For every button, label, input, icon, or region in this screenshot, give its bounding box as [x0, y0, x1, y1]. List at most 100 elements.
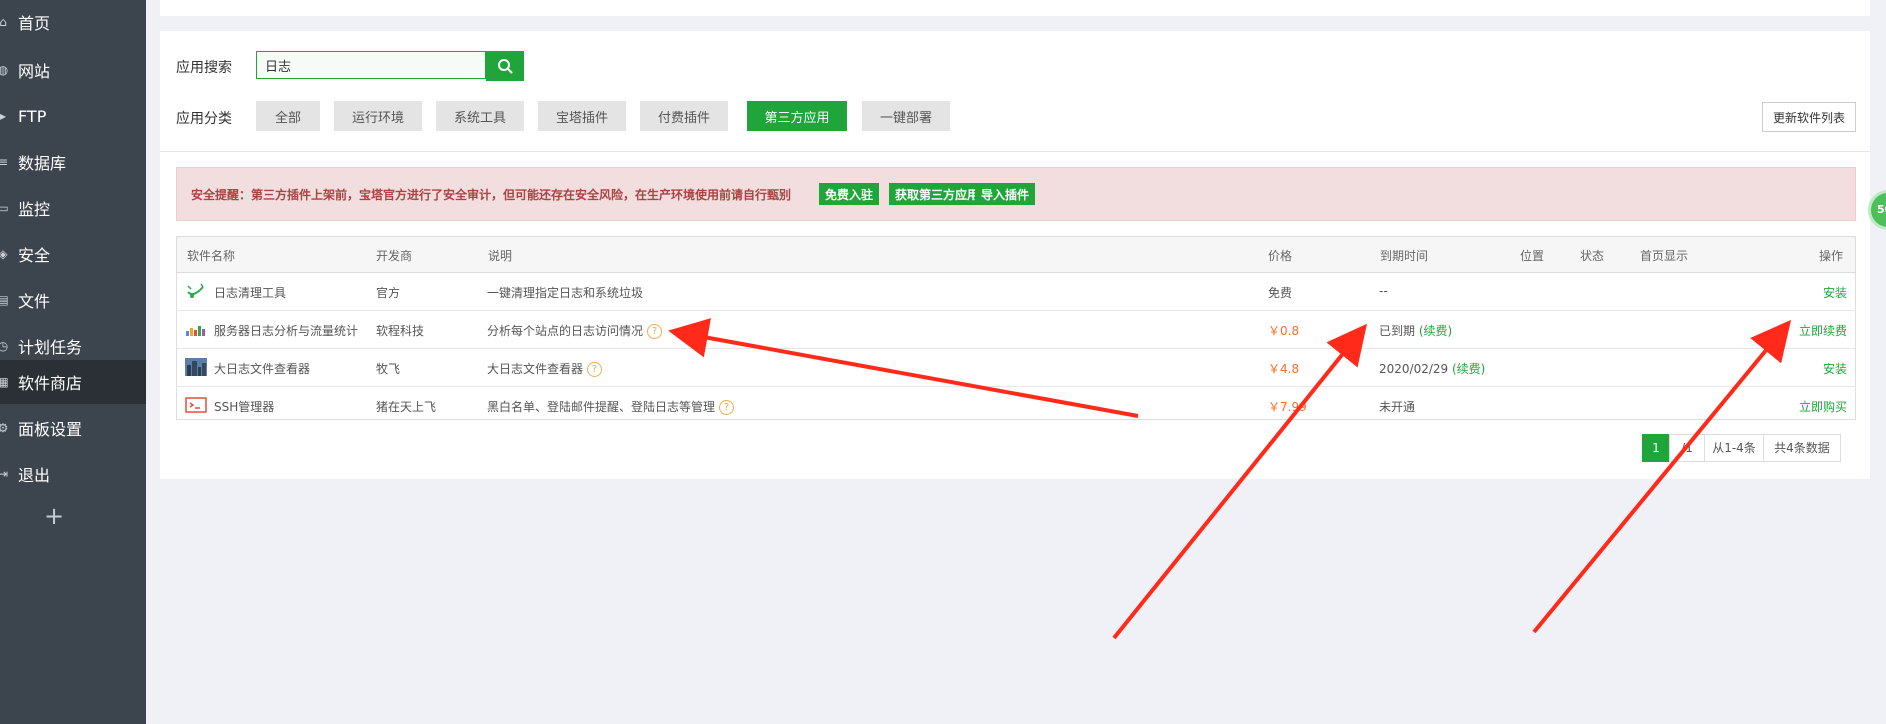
table-row: 服务器日志分析与流量统计 软程科技 分析每个站点的日志访问情况? ￥0.8 已到… — [177, 311, 1855, 349]
sidebar-item-label: 网站 — [18, 62, 51, 81]
install-button[interactable]: 安装 — [1823, 360, 1847, 377]
renew-link[interactable]: (续费) — [1452, 362, 1485, 376]
sidebar-item-database[interactable]: ≡ 数据库 — [0, 140, 146, 184]
pager-range: 从1-4条 — [1704, 434, 1764, 462]
divider — [160, 151, 1870, 152]
header-status: 状态 — [1580, 249, 1605, 263]
software-description: 黑白名单、登陆邮件提醒、登陆日志等管理? — [487, 398, 735, 415]
description-text: 黑白名单、登陆邮件提醒、登陆日志等管理 — [487, 400, 716, 414]
globe-icon: ◍ — [0, 63, 9, 77]
software-price: ￥0.8 — [1268, 324, 1300, 338]
description-text: 分析每个站点的日志访问情况 — [487, 324, 644, 338]
ftp-icon: ▸ — [0, 109, 7, 123]
sidebar-item-label: 监控 — [18, 200, 51, 219]
software-expire: -- — [1379, 284, 1388, 298]
city-icon — [185, 358, 207, 376]
software-name: 日志清理工具 — [214, 286, 287, 300]
header-home-display: 首页显示 — [1640, 249, 1689, 263]
sidebar-item-logout[interactable]: ⇥ 退出 — [0, 452, 146, 496]
grid-icon: ▦ — [0, 375, 9, 389]
floating-badge[interactable]: 50 — [1868, 190, 1886, 230]
search-icon — [498, 59, 513, 74]
software-name: 服务器日志分析与流量统计 — [214, 324, 359, 338]
header-description: 说明 — [488, 249, 513, 263]
table-row: 日志清理工具 官方 一键清理指定日志和系统垃圾 免费 -- 安装 — [177, 273, 1855, 311]
software-description: 分析每个站点的日志访问情况? — [487, 322, 663, 339]
software-vendor: 牧飞 — [376, 362, 401, 376]
sidebar-item-label: 安全 — [18, 246, 51, 265]
alert-text: 安全提醒：第三方插件上架前，宝塔官方进行了安全审计，但可能还存在安全风险，在生产… — [191, 188, 792, 202]
add-menu-button[interactable]: + — [44, 502, 64, 530]
broom-icon — [187, 283, 204, 298]
top-panel — [160, 0, 1870, 16]
sidebar-item-label: 首页 — [18, 14, 51, 33]
sidebar-item-panel-settings[interactable]: ⚙ 面板设置 — [0, 406, 146, 450]
software-name: 大日志文件查看器 — [214, 362, 311, 376]
sidebar-item-files[interactable]: ▤ 文件 — [0, 278, 146, 322]
home-icon: ⌂ — [0, 15, 7, 29]
sidebar: ⌂ 首页 ◍ 网站 ▸ FTP ≡ 数据库 ▭ 监控 ◈ 安全 ▤ 文件 ◷ 计… — [0, 0, 146, 724]
sidebar-item-security[interactable]: ◈ 安全 — [0, 232, 146, 276]
header-name: 软件名称 — [187, 249, 236, 263]
software-vendor: 猪在天上飞 — [376, 400, 437, 414]
help-icon[interactable]: ? — [647, 324, 663, 339]
search-input[interactable] — [256, 51, 486, 79]
file-icon: ▤ — [0, 293, 9, 307]
software-store-panel: 应用搜索 应用分类 全部 运行环境 系统工具 宝塔插件 付费插件 第三方应用 一… — [160, 31, 1870, 479]
software-expire: 已到期 (续费) — [1379, 322, 1452, 339]
sidebar-item-label: 计划任务 — [18, 338, 83, 357]
category-third-party-button[interactable]: 第三方应用 — [747, 101, 847, 131]
sidebar-item-monitor[interactable]: ▭ 监控 — [0, 186, 146, 230]
header-action: 操作 — [1819, 249, 1844, 263]
pager-page-current[interactable]: 1 — [1642, 434, 1670, 462]
software-price: 免费 — [1268, 286, 1293, 300]
renew-now-button[interactable]: 立即续费 — [1799, 322, 1847, 339]
software-expire: 未开通 — [1379, 400, 1416, 414]
category-runtime-button[interactable]: 运行环境 — [334, 101, 422, 131]
category-paid-plugins-button[interactable]: 付费插件 — [640, 101, 728, 131]
install-button[interactable]: 安装 — [1823, 284, 1847, 301]
sidebar-item-label: 文件 — [18, 292, 51, 311]
shield-icon: ◈ — [0, 247, 8, 261]
table-header: 软件名称 开发商 说明 价格 到期时间 位置 状态 首页显示 操作 — [177, 237, 1855, 273]
update-software-list-button[interactable]: 更新软件列表 — [1762, 102, 1856, 132]
pager-total: 共4条数据 — [1763, 434, 1841, 462]
category-all-button[interactable]: 全部 — [256, 101, 320, 131]
expire-text: 已到期 — [1379, 324, 1416, 338]
description-text: 大日志文件查看器 — [487, 362, 584, 376]
gear-icon: ⚙ — [0, 421, 9, 435]
header-location: 位置 — [1520, 249, 1545, 263]
clock-icon: ◷ — [0, 339, 9, 353]
sidebar-item-label: 退出 — [18, 466, 51, 485]
header-price: 价格 — [1268, 249, 1293, 263]
software-description: 一键清理指定日志和系统垃圾 — [487, 286, 644, 300]
sidebar-item-label: 软件商店 — [18, 374, 83, 393]
category-one-click-deploy-button[interactable]: 一键部署 — [862, 101, 950, 131]
sidebar-item-website[interactable]: ◍ 网站 — [0, 48, 146, 92]
search-label: 应用搜索 — [176, 60, 232, 76]
security-alert: 安全提醒：第三方插件上架前，宝塔官方进行了安全审计，但可能还存在安全风险，在生产… — [176, 167, 1856, 221]
search-button[interactable] — [486, 51, 524, 81]
category-bt-plugins-button[interactable]: 宝塔插件 — [538, 101, 626, 131]
buy-now-button[interactable]: 立即购买 — [1799, 398, 1847, 415]
software-vendor: 官方 — [376, 286, 401, 300]
sidebar-item-software-store[interactable]: ▦ 软件商店 — [0, 360, 146, 404]
logout-icon: ⇥ — [0, 467, 9, 481]
sidebar-item-label: 面板设置 — [18, 420, 83, 439]
get-third-party-button[interactable]: 获取第三方应用 — [889, 183, 986, 205]
software-vendor: 软程科技 — [376, 324, 425, 338]
free-join-button[interactable]: 免费入驻 — [819, 183, 880, 205]
category-system-tools-button[interactable]: 系统工具 — [436, 101, 524, 131]
software-name: SSH管理器 — [214, 400, 275, 414]
sidebar-item-home[interactable]: ⌂ 首页 — [0, 0, 146, 44]
pager-total-pages: /1 — [1669, 434, 1705, 462]
header-expire: 到期时间 — [1380, 249, 1429, 263]
renew-link[interactable]: (续费) — [1419, 324, 1452, 338]
sidebar-item-ftp[interactable]: ▸ FTP — [0, 94, 146, 138]
header-vendor: 开发商 — [376, 249, 413, 263]
help-icon[interactable]: ? — [719, 400, 735, 415]
software-expire: 2020/02/29 (续费) — [1379, 360, 1485, 377]
import-plugin-button[interactable]: 导入插件 — [975, 183, 1036, 205]
software-price: ￥7.99 — [1268, 400, 1307, 414]
help-icon[interactable]: ? — [587, 362, 603, 377]
